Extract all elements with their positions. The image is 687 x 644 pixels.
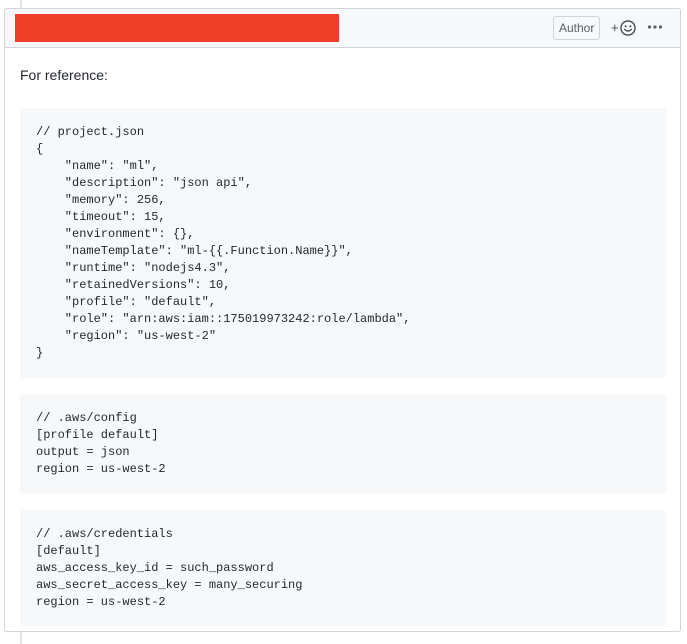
kebab-horizontal-icon[interactable] <box>647 24 663 30</box>
comment-header: Author + <box>5 9 680 48</box>
code-block-aws-credentials: // .aws/credentials [default] aws_access… <box>20 510 666 626</box>
intro-text: For reference: <box>20 67 108 83</box>
smiley-icon <box>619 20 636 36</box>
code-block-aws-config: // .aws/config [profile default] output … <box>20 394 666 494</box>
add-reaction-button[interactable]: + <box>611 18 636 38</box>
code-text: // .aws/credentials [default] aws_access… <box>36 527 303 609</box>
comment-container: Author + For reference: // project.json … <box>4 8 681 632</box>
plus-label: + <box>611 20 619 35</box>
redacted-author-name <box>15 14 339 42</box>
code-text: // .aws/config [profile default] output … <box>36 411 166 476</box>
comment-body: For reference: // project.json { "name":… <box>20 67 666 626</box>
author-badge: Author <box>553 16 601 40</box>
code-block-project-json: // project.json { "name": "ml", "descrip… <box>20 108 666 378</box>
code-text: // project.json { "name": "ml", "descrip… <box>36 125 411 360</box>
